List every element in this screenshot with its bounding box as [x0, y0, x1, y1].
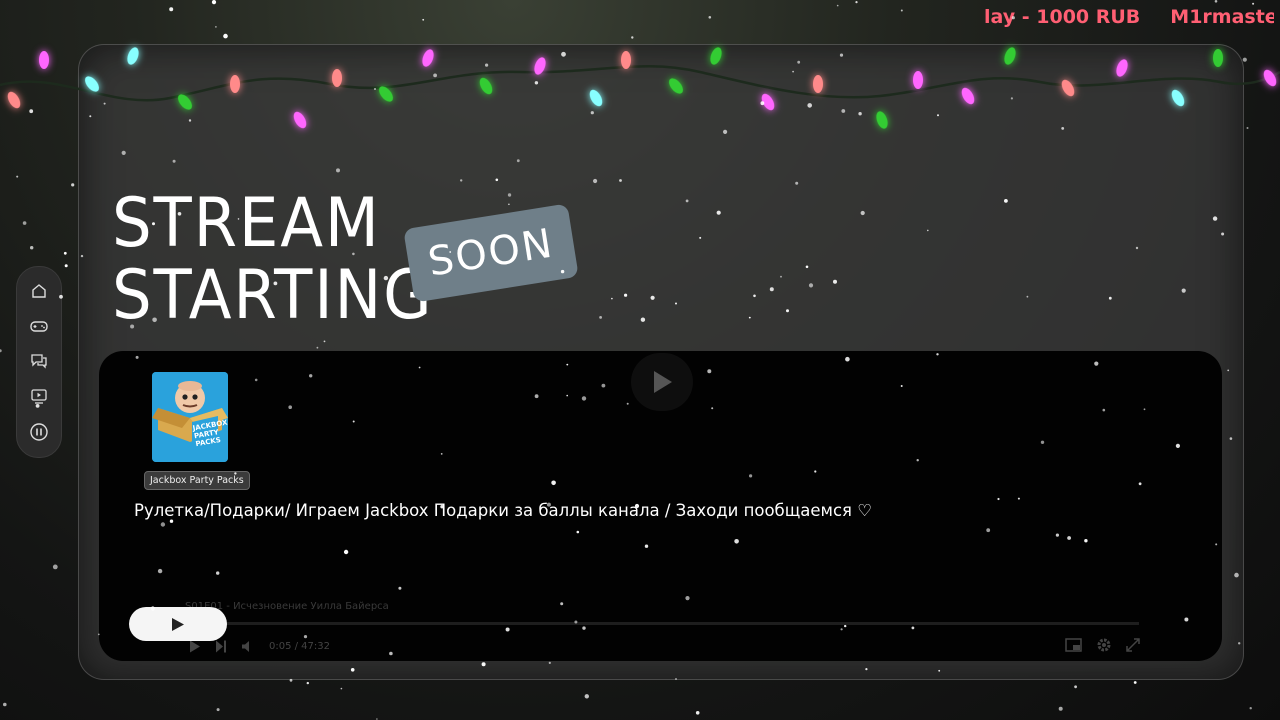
game-cover-image: JACKBOX PARTY PACKS	[152, 372, 228, 462]
player-right-controls	[1065, 637, 1140, 653]
gamepad-icon[interactable]	[25, 312, 53, 340]
play-pill-button[interactable]	[129, 607, 227, 641]
snowflake	[71, 183, 75, 187]
snowflake	[64, 264, 68, 268]
light-bulb	[7, 91, 21, 109]
pause-icon[interactable]	[25, 418, 53, 446]
cover-text: JACKBOX PARTY PACKS	[192, 418, 228, 449]
sidebar	[16, 266, 62, 458]
snowflake	[695, 711, 700, 715]
home-icon[interactable]	[25, 277, 53, 305]
snowflake	[1249, 707, 1252, 710]
snowflake	[1214, 0, 1218, 3]
stream-title: Рулетка/Подарки/ Играем Jackbox Подарки …	[134, 501, 873, 520]
snowflake	[169, 7, 174, 12]
snowflake	[1246, 127, 1249, 129]
chat-icon[interactable]	[25, 347, 53, 375]
title-line-1: STREAM	[112, 184, 381, 263]
snowflake	[1252, 2, 1255, 5]
snowflake	[52, 564, 58, 570]
big-play-button[interactable]	[631, 353, 693, 411]
snowflake	[631, 36, 634, 39]
video-player[interactable]: JACKBOX PARTY PACKS Jackbox Party Packs …	[99, 351, 1222, 661]
snowflake	[30, 246, 34, 250]
snowflake	[16, 175, 19, 178]
snowflake	[584, 694, 589, 699]
snowflake	[306, 681, 309, 685]
light-bulb	[1263, 69, 1277, 87]
snowflake	[211, 0, 217, 5]
snowflake	[1058, 706, 1063, 711]
snowflake	[22, 221, 27, 225]
fullscreen-icon[interactable]	[1126, 638, 1140, 652]
play-icon[interactable]	[189, 640, 201, 653]
snowflake	[215, 26, 217, 28]
snowflake	[836, 4, 839, 7]
snowflake	[29, 109, 34, 114]
snowflake	[63, 251, 67, 255]
donation-ticker: lay - 1000 RUB M1rmaster	[954, 6, 1274, 32]
snowflake	[1133, 681, 1137, 684]
snowflake	[900, 9, 903, 12]
snowflake	[340, 687, 343, 690]
video-icon[interactable]	[25, 382, 53, 410]
game-label: Jackbox Party Packs	[144, 471, 250, 490]
title-line-2: STARTING	[112, 256, 434, 335]
miniplayer-icon[interactable]	[1065, 638, 1082, 652]
progress-bar[interactable]	[185, 622, 1139, 625]
snowflake	[708, 15, 712, 19]
ticker-item: M1rmaster	[1170, 6, 1274, 28]
snowflake	[1242, 57, 1247, 62]
time-display: 0:05 / 47:32	[269, 640, 331, 652]
snowflake	[223, 33, 228, 39]
snowflake	[3, 702, 7, 707]
settings-icon[interactable]	[1096, 637, 1112, 653]
ticker-item: lay - 1000 RUB	[984, 6, 1141, 28]
play-icon	[172, 617, 184, 631]
volume-icon[interactable]	[241, 640, 255, 653]
snowflake	[0, 349, 2, 353]
next-icon[interactable]	[215, 640, 227, 653]
snowflake	[216, 708, 220, 712]
light-bulb	[39, 51, 49, 69]
snowflake	[855, 0, 858, 4]
snowflake	[1074, 685, 1077, 689]
play-icon	[654, 371, 672, 393]
snowflake	[422, 18, 425, 21]
